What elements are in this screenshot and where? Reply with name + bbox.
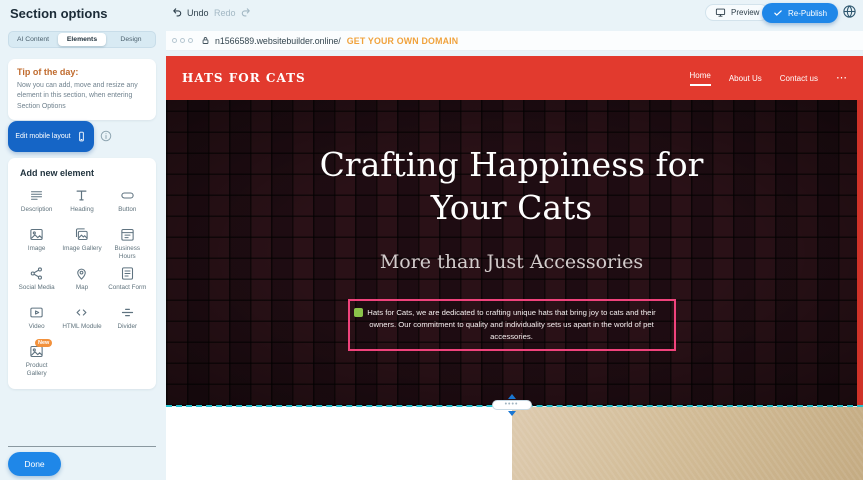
- add-element-html-module[interactable]: HTML Module: [59, 302, 104, 341]
- undo-button[interactable]: Undo: [172, 7, 209, 18]
- selected-text-element[interactable]: Hats for Cats, we are dedicated to craft…: [348, 299, 676, 351]
- add-element-heading[interactable]: Heading: [59, 185, 104, 224]
- add-element-label: Business Hours: [106, 245, 148, 261]
- nav-more-icon[interactable]: ⋯: [836, 74, 847, 82]
- add-element-divider[interactable]: Divider: [105, 302, 150, 341]
- redo-label: Redo: [214, 8, 236, 18]
- add-element-product-gallery[interactable]: New Product Gallery: [14, 341, 59, 380]
- description-icon: [29, 188, 44, 203]
- republish-label: Re-Publish: [788, 9, 827, 18]
- video-icon: [29, 305, 44, 320]
- check-icon: [773, 8, 783, 18]
- add-new-element-panel: Add new element Description Heading Butt…: [8, 158, 156, 389]
- social-media-icon: [29, 266, 44, 281]
- site-url[interactable]: n1566589.websitebuilder.online/: [215, 36, 341, 46]
- globe-icon: [842, 4, 857, 19]
- preview-label: Preview: [731, 8, 759, 17]
- language-globe-button[interactable]: [842, 4, 857, 19]
- add-element-label: Map: [76, 284, 88, 292]
- tab-ai-content[interactable]: AI Content: [9, 32, 57, 47]
- get-domain-link[interactable]: GET YOUR OWN DOMAIN: [347, 36, 459, 46]
- image-icon: [29, 227, 44, 242]
- preview-scrollbar[interactable]: [857, 100, 863, 406]
- add-element-label: Image Gallery: [62, 245, 101, 253]
- hero-subtitle[interactable]: More than Just Accessories: [380, 251, 643, 273]
- add-element-label: Description: [21, 206, 53, 214]
- nav-item-contact-us[interactable]: Contact us: [780, 74, 818, 83]
- image-gallery-icon: [74, 227, 89, 242]
- edit-mobile-label: Edit mobile layout: [15, 133, 70, 140]
- button-icon: [120, 188, 135, 203]
- map-icon: [74, 266, 89, 281]
- add-element-button[interactable]: Button: [105, 185, 150, 224]
- add-element-label: Product Gallery: [16, 362, 58, 378]
- info-icon: [100, 130, 112, 142]
- nav-item-home[interactable]: Home: [690, 71, 711, 86]
- monitor-icon: [715, 7, 726, 18]
- business-hours-icon: [120, 227, 135, 242]
- next-section-image[interactable]: [512, 407, 863, 480]
- window-dot-icon: [172, 38, 177, 43]
- redo-icon: [240, 7, 251, 18]
- done-button[interactable]: Done: [8, 452, 61, 476]
- preview-button[interactable]: Preview: [705, 4, 769, 21]
- add-element-label: Heading: [70, 206, 93, 214]
- page-title: Section options: [10, 6, 108, 21]
- add-element-label: Video: [29, 323, 45, 331]
- contact-form-icon: [120, 266, 135, 281]
- sidebar-divider: [8, 446, 156, 447]
- undo-icon: [172, 7, 183, 18]
- hero-paragraph: Hats for Cats, we are dedicated to craft…: [359, 307, 665, 343]
- new-badge: New: [35, 339, 52, 347]
- app-window: Section options Undo Redo Preview Re-Pub…: [0, 0, 863, 480]
- nav-item-about-us[interactable]: About Us: [729, 74, 762, 83]
- arrow-down-icon: [508, 411, 516, 416]
- lock-icon: [201, 36, 210, 45]
- add-element-video[interactable]: Video: [14, 302, 59, 341]
- add-element-image-gallery[interactable]: Image Gallery: [59, 224, 104, 263]
- tip-body: Now you can add, move and resize any ele…: [17, 81, 147, 112]
- tab-elements[interactable]: Elements: [58, 33, 106, 46]
- add-element-business-hours[interactable]: Business Hours: [105, 224, 150, 263]
- sidebar-tabs: AI Content Elements Design: [8, 31, 156, 48]
- add-panel-title: Add new element: [8, 158, 156, 180]
- site-header: HATS FOR CATS Home About Us Contact us ⋯: [166, 56, 863, 100]
- tip-of-the-day-panel: Tip of the day: Now you can add, move an…: [8, 59, 156, 120]
- hero-section[interactable]: Crafting Happiness for Your Cats More th…: [166, 100, 857, 406]
- phone-icon: [76, 131, 87, 142]
- add-element-map[interactable]: Map: [59, 263, 104, 302]
- html-module-icon: [74, 305, 89, 320]
- site-nav: Home About Us Contact us ⋯: [690, 71, 848, 86]
- heading-icon: [74, 188, 89, 203]
- add-element-label: Social Media: [19, 284, 55, 292]
- tab-design[interactable]: Design: [107, 32, 155, 47]
- add-element-social-media[interactable]: Social Media: [14, 263, 59, 302]
- add-element-contact-form[interactable]: Contact Form: [105, 263, 150, 302]
- add-element-label: Divider: [118, 323, 138, 331]
- add-element-label: Image: [28, 245, 46, 253]
- element-grid: Description Heading Button Image Image G…: [8, 180, 156, 380]
- add-element-image[interactable]: Image: [14, 224, 59, 263]
- add-element-label: Contact Form: [108, 284, 146, 292]
- republish-button[interactable]: Re-Publish: [762, 3, 838, 23]
- hero-title[interactable]: Crafting Happiness for Your Cats: [297, 144, 727, 230]
- divider-icon: [120, 305, 135, 320]
- window-dot-icon: [188, 38, 193, 43]
- tip-title: Tip of the day:: [17, 67, 147, 77]
- arrow-up-icon: [508, 394, 516, 399]
- edit-mobile-layout-button[interactable]: Edit mobile layout: [8, 121, 94, 152]
- redo-button[interactable]: Redo: [214, 7, 251, 18]
- drag-handle-icon: ••••: [492, 400, 532, 410]
- add-element-label: HTML Module: [62, 323, 101, 331]
- browser-address-bar: n1566589.websitebuilder.online/ GET YOUR…: [166, 31, 863, 51]
- element-drag-marker[interactable]: [354, 308, 363, 317]
- section-resize-handle[interactable]: ••••: [490, 394, 533, 416]
- info-button[interactable]: [100, 130, 112, 142]
- add-element-label: Button: [118, 206, 136, 214]
- window-dot-icon: [180, 38, 185, 43]
- undo-label: Undo: [187, 8, 209, 18]
- add-element-description[interactable]: Description: [14, 185, 59, 224]
- site-logo[interactable]: HATS FOR CATS: [182, 71, 306, 85]
